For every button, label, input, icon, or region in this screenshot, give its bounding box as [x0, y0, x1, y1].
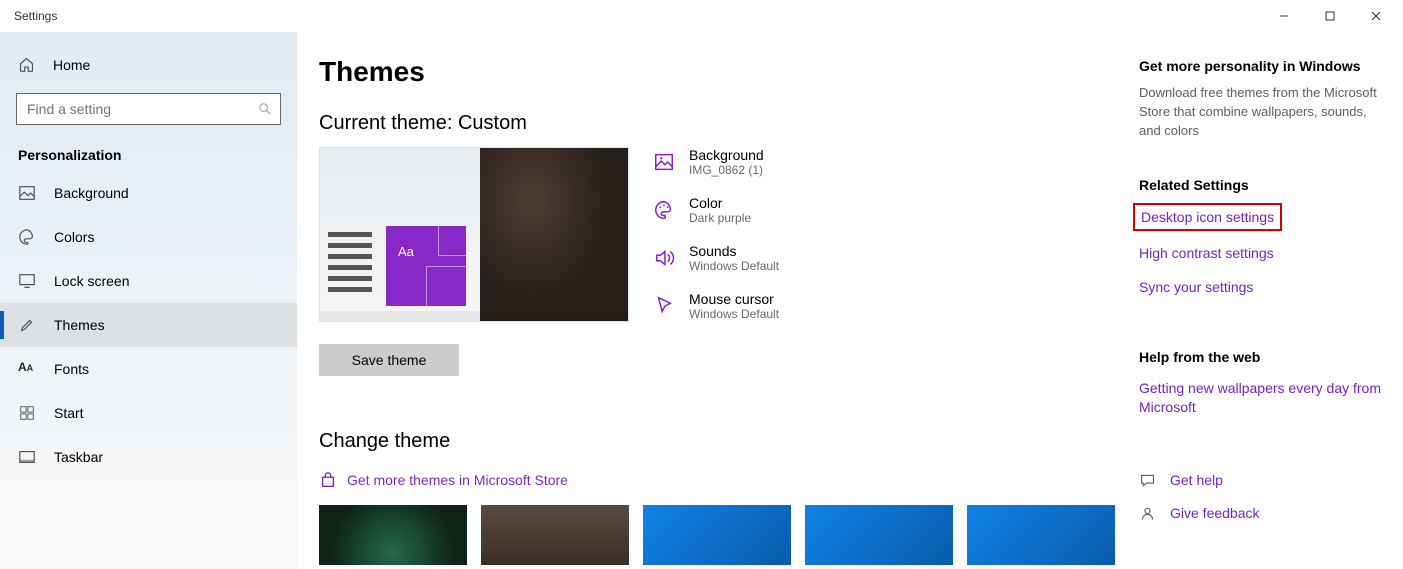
taskbar-icon	[18, 448, 36, 466]
sidebar-item-taskbar[interactable]: Taskbar	[0, 435, 297, 479]
search-icon	[258, 102, 272, 116]
sidebar-item-label: Themes	[54, 317, 105, 333]
sidebar-item-fonts[interactable]: AA Fonts	[0, 347, 297, 391]
theme-thumbnail[interactable]	[481, 505, 629, 565]
setting-label: Mouse cursor	[689, 291, 779, 307]
store-icon	[319, 471, 337, 489]
setting-label: Background	[689, 147, 764, 163]
right-panel: Get more personality in Windows Download…	[1139, 32, 1399, 569]
setting-value: Windows Default	[689, 259, 779, 273]
get-help-row[interactable]: Get help	[1139, 472, 1387, 489]
help-heading: Help from the web	[1139, 349, 1387, 365]
page-title: Themes	[319, 56, 1139, 88]
sidebar-item-label: Taskbar	[54, 449, 103, 465]
start-icon	[18, 404, 36, 422]
sidebar-item-label: Lock screen	[54, 273, 129, 289]
search-input[interactable]	[17, 94, 280, 124]
theme-thumbnail[interactable]	[967, 505, 1115, 565]
cursor-setting[interactable]: Mouse cursorWindows Default	[653, 291, 779, 321]
setting-value: Windows Default	[689, 307, 779, 321]
theme-thumbnail[interactable]	[805, 505, 953, 565]
setting-value: IMG_0862 (1)	[689, 163, 764, 177]
image-icon	[653, 151, 675, 173]
sidebar-item-lock-screen[interactable]: Lock screen	[0, 259, 297, 303]
theme-thumbnail[interactable]	[643, 505, 791, 565]
theme-thumbnails	[319, 505, 1139, 565]
cursor-icon	[653, 295, 675, 317]
main-content: Themes Current theme: Custom Aa Backgrou…	[319, 32, 1139, 569]
promo-description: Download free themes from the Microsoft …	[1139, 84, 1387, 141]
sidebar: Home Personalization Background Colors L…	[0, 32, 297, 569]
home-label: Home	[53, 57, 90, 73]
store-link-label: Get more themes in Microsoft Store	[347, 472, 568, 488]
chat-icon	[1139, 472, 1156, 489]
related-settings-heading: Related Settings	[1139, 177, 1387, 193]
sidebar-item-themes[interactable]: Themes	[0, 303, 297, 347]
home-icon	[18, 56, 35, 73]
background-setting[interactable]: BackgroundIMG_0862 (1)	[653, 147, 779, 177]
brush-icon	[18, 316, 36, 334]
sounds-setting[interactable]: SoundsWindows Default	[653, 243, 779, 273]
sidebar-item-label: Colors	[54, 229, 94, 245]
setting-label: Sounds	[689, 243, 779, 259]
palette-icon	[653, 199, 675, 221]
setting-value: Dark purple	[689, 211, 751, 225]
save-theme-button[interactable]: Save theme	[319, 344, 459, 376]
speaker-icon	[653, 247, 675, 269]
sidebar-item-background[interactable]: Background	[0, 171, 297, 215]
sidebar-item-colors[interactable]: Colors	[0, 215, 297, 259]
give-feedback-link[interactable]: Give feedback	[1170, 505, 1260, 521]
category-heading: Personalization	[0, 129, 297, 171]
current-theme-heading: Current theme: Custom	[319, 112, 1139, 135]
store-link[interactable]: Get more themes in Microsoft Store	[319, 471, 1139, 489]
desktop-icon-settings-link[interactable]: Desktop icon settings	[1141, 209, 1274, 225]
setting-label: Color	[689, 195, 751, 211]
sidebar-item-label: Start	[54, 405, 84, 421]
change-theme-heading: Change theme	[319, 430, 1139, 453]
minimize-button[interactable]	[1261, 0, 1307, 32]
get-help-link[interactable]: Get help	[1170, 472, 1223, 488]
highlighted-annotation: Desktop icon settings	[1133, 203, 1282, 231]
sync-settings-link[interactable]: Sync your settings	[1139, 279, 1387, 295]
high-contrast-settings-link[interactable]: High contrast settings	[1139, 245, 1387, 261]
promo-title: Get more personality in Windows	[1139, 58, 1387, 74]
image-icon	[18, 184, 36, 202]
window-title: Settings	[14, 9, 57, 23]
fonts-icon: AA	[18, 360, 36, 378]
monitor-icon	[18, 272, 36, 290]
person-icon	[1139, 505, 1156, 522]
window-controls	[1261, 0, 1399, 32]
search-box[interactable]	[16, 93, 281, 125]
title-bar: Settings	[0, 0, 1403, 32]
maximize-button[interactable]	[1307, 0, 1353, 32]
color-setting[interactable]: ColorDark purple	[653, 195, 779, 225]
sidebar-item-start[interactable]: Start	[0, 391, 297, 435]
theme-preview: Aa	[319, 147, 629, 322]
palette-icon	[18, 228, 36, 246]
theme-thumbnail[interactable]	[319, 505, 467, 565]
close-button[interactable]	[1353, 0, 1399, 32]
give-feedback-row[interactable]: Give feedback	[1139, 505, 1387, 522]
sidebar-item-label: Background	[54, 185, 129, 201]
sidebar-item-label: Fonts	[54, 361, 89, 377]
help-wallpapers-link[interactable]: Getting new wallpapers every day from Mi…	[1139, 379, 1387, 418]
home-nav[interactable]: Home	[0, 46, 297, 83]
